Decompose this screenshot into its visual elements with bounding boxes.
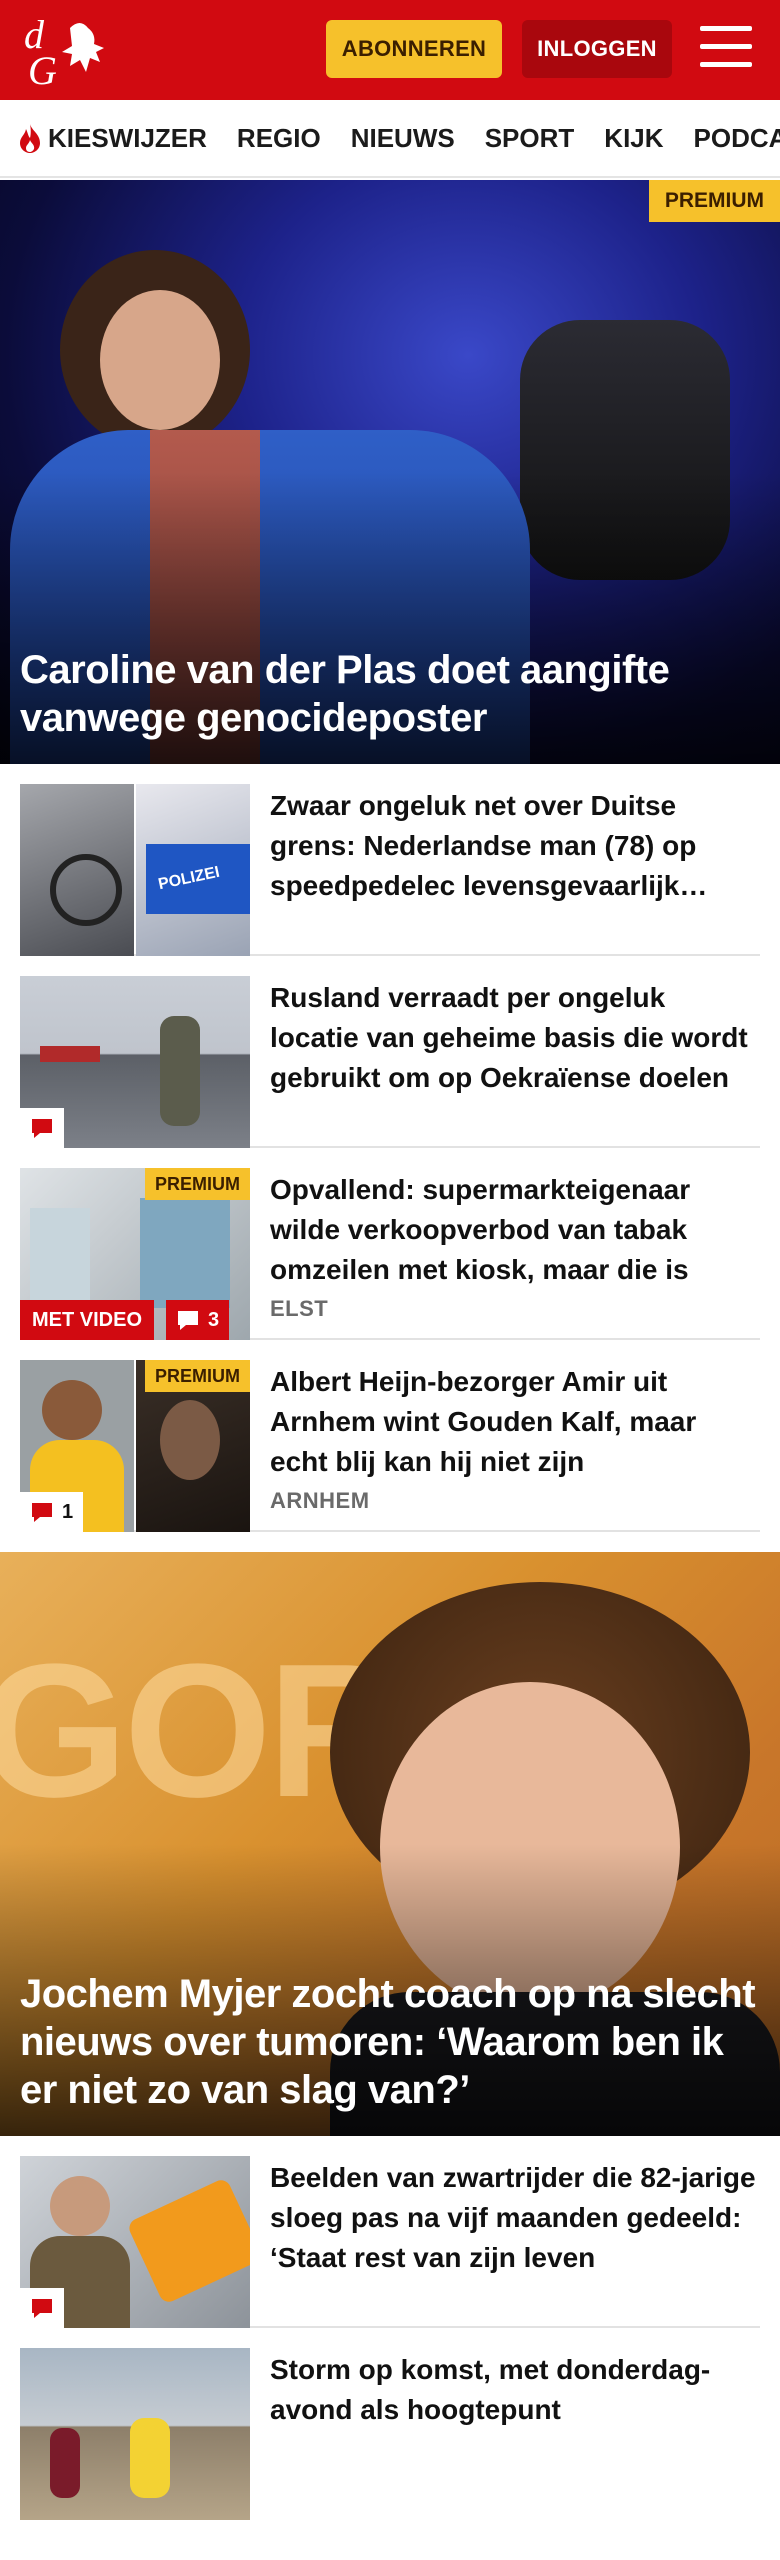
list-item[interactable]: Storm op komst, met donderdag-avond als … <box>20 2328 760 2540</box>
nav-item-label: REGIO <box>236 122 321 153</box>
article-thumbnail <box>20 976 250 1148</box>
article-title: Opvallend: supermarkteigenaar wilde verk… <box>270 1174 691 1285</box>
comment-count: 3 <box>208 1308 220 1331</box>
list-item[interactable]: PREMIUM MET VIDEO 3 Opvallend: supermark… <box>20 1148 760 1340</box>
comments-badge: 3 <box>166 1300 230 1340</box>
nav-item-sport[interactable]: SPORT <box>485 123 575 154</box>
comment-icon <box>32 1503 52 1522</box>
nav-item-label: SPORT <box>484 122 575 153</box>
article-title: Storm op komst, met donderdag-avond als … <box>270 2354 711 2425</box>
svg-text:G: G <box>28 48 57 86</box>
comment-count: 1 <box>62 1500 74 1523</box>
logo[interactable]: d G <box>22 14 114 86</box>
article-title: Rusland verraadt per ongeluk locatie van… <box>270 982 748 1093</box>
premium-badge: PREMIUM <box>145 1168 250 1200</box>
list-item[interactable]: PREMIUM 1 Albert Heijn-bezorger Amir uit… <box>20 1340 760 1532</box>
subscribe-button[interactable]: ABONNEREN <box>326 20 502 78</box>
premium-badge: PREMIUM <box>145 1360 250 1392</box>
video-badge: MET VIDEO <box>20 1300 155 1340</box>
comments-badge <box>20 1108 64 1148</box>
list-item[interactable]: Beelden van zwartrijder die 82-jarige sl… <box>20 2136 760 2328</box>
nav-item-label: KIESWIJZER <box>48 122 207 153</box>
comment-icon <box>32 1119 52 1138</box>
list-item[interactable]: Rusland verraadt per ongeluk locatie van… <box>20 956 760 1148</box>
hero-article[interactable]: GORG Jochem Myjer zocht coach op na slec… <box>0 1552 780 2136</box>
premium-badge: PREMIUM <box>648 180 780 222</box>
hero-title: Caroline van der Plas doet aangifte vanw… <box>20 648 670 740</box>
article-location: ELST <box>270 1296 329 1321</box>
comments-badge <box>20 2288 64 2328</box>
article-thumbnail: PREMIUM MET VIDEO 3 <box>20 1168 250 1340</box>
article-thumbnail <box>20 2348 250 2520</box>
nav-item-kijk[interactable]: KIJK <box>604 123 663 154</box>
flame-icon <box>20 124 40 153</box>
comments-badge: 1 <box>20 1492 84 1532</box>
article-title: Albert Heijn-bezorger Amir uit Arnhem wi… <box>270 1366 697 1477</box>
top-bar: d G ABONNEREN INLOGGEN <box>0 0 780 100</box>
person-face <box>100 290 220 430</box>
login-button[interactable]: INLOGGEN <box>522 20 672 78</box>
article-thumbnail: POLIZEI <box>20 784 250 956</box>
menu-icon[interactable] <box>700 26 752 72</box>
article-location: ARNHEM <box>270 1488 370 1513</box>
main-nav: KIESWIJZER REGIO NIEUWS SPORT KIJK PODCA… <box>0 100 780 178</box>
article-thumbnail: PREMIUM 1 <box>20 1360 250 1532</box>
nav-item-regio[interactable]: REGIO <box>237 123 321 154</box>
nav-item-nieuws[interactable]: NIEUWS <box>351 123 455 154</box>
nav-item-label: NIEUWS <box>350 122 455 153</box>
article-title: Beelden van zwartrijder die 82-jarige sl… <box>270 2162 756 2273</box>
list-item[interactable]: POLIZEI Zwaar ongeluk net over Duitse gr… <box>20 764 760 956</box>
nav-item-kieswijzer[interactable]: KIESWIJZER <box>16 122 207 154</box>
article-thumbnail <box>20 2156 250 2328</box>
nav-item-label: PODCASTS <box>693 122 780 153</box>
comment-icon <box>178 1311 198 1330</box>
nav-item-label: KIJK <box>604 122 664 153</box>
comment-icon <box>32 2299 52 2318</box>
nav-item-podcasts[interactable]: PODCASTS <box>694 123 780 154</box>
hero-title: Jochem Myjer zocht coach op na slecht ni… <box>20 1972 756 2112</box>
hero-article[interactable]: PREMIUM Caroline van der Plas doet aangi… <box>0 180 780 764</box>
article-title: Zwaar ongeluk net over Duitse grens: Ned… <box>270 790 697 901</box>
